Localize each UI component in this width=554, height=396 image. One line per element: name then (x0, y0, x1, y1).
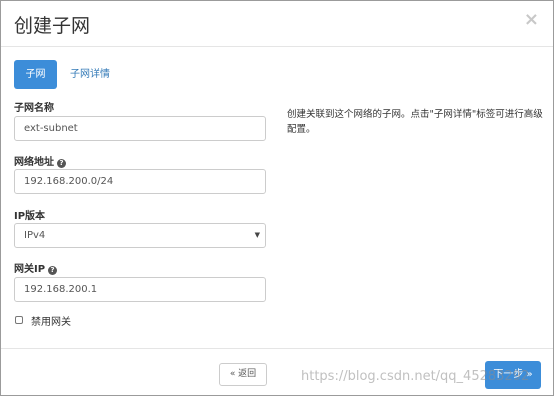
tab-subnet-details[interactable]: 子网详情 (64, 60, 116, 89)
dialog-header: 创建子网 (1, 1, 553, 47)
subnet-name-label-text: 子网名称 (14, 103, 54, 114)
ip-version-select[interactable]: IPv4 ▼ (14, 223, 266, 248)
question-circle-icon[interactable]: ? (48, 266, 58, 275)
gateway-ip-label: 网关IP? (14, 260, 58, 275)
dialog-title: 创建子网 (14, 15, 91, 37)
ip-version-label: IP版本 (14, 207, 45, 222)
back-button[interactable]: « 返回 (219, 363, 267, 386)
disable-gateway-checkbox[interactable] (15, 316, 23, 324)
network-address-label-text: 网络地址 (14, 157, 54, 168)
help-description: 创建关联到这个网络的子网。点击"子网详情"标签可进行高级配置。 (287, 109, 543, 135)
create-subnet-dialog: 创建子网 × 子网 子网详情 子网名称 ext-subnet 网络地址? 192… (0, 0, 554, 396)
network-address-input[interactable]: 192.168.200.0/24 (14, 169, 266, 194)
subnet-name-input[interactable]: ext-subnet (14, 116, 266, 141)
subnet-name-label: 子网名称 (14, 99, 54, 114)
caret-down-icon: ▼ (254, 231, 260, 239)
ip-version-value: IPv4 (24, 230, 46, 241)
ip-version-label-text: IP版本 (14, 211, 46, 222)
tab-subnet[interactable]: 子网 (14, 60, 57, 89)
watermark: https://blog.csdn.net/qq_45283292 (301, 369, 530, 384)
gateway-ip-input[interactable]: 192.168.200.1 (14, 277, 266, 302)
network-address-label: 网络地址? (14, 153, 66, 168)
disable-gateway-label: 禁用网关 (31, 317, 71, 328)
question-circle-icon[interactable]: ? (57, 159, 66, 168)
gateway-ip-label-text: 网关IP (14, 264, 46, 275)
close-icon[interactable]: × (524, 9, 539, 30)
